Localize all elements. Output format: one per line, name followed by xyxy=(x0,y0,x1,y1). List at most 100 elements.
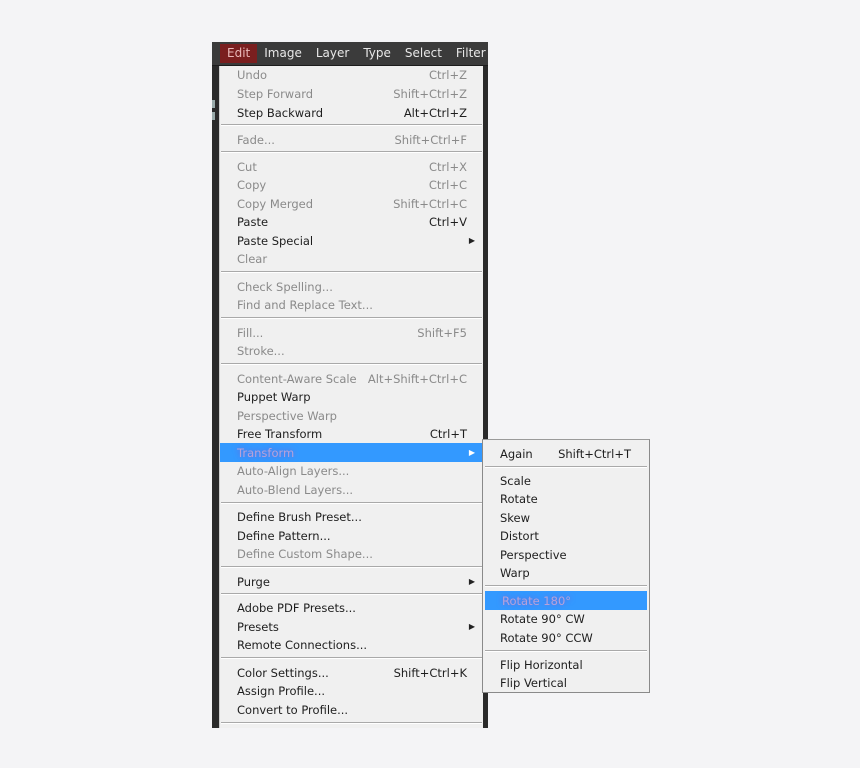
menu-item-label: Presets xyxy=(237,619,279,634)
menu-separator xyxy=(221,502,482,504)
menu-separator xyxy=(221,593,482,595)
menubar-select[interactable]: Select xyxy=(398,44,449,63)
menu-item-shortcut: Alt+Ctrl+Z xyxy=(403,105,467,120)
menu-item-label: Remote Connections... xyxy=(237,638,368,652)
menu-item-label: Undo xyxy=(237,68,268,82)
menu-item-label: Fade... xyxy=(237,132,275,147)
menu-item-shortcut: Ctrl+T xyxy=(429,427,467,441)
canvas-edge-marks xyxy=(212,100,216,140)
menu-item-color-settings[interactable]: Color Settings... Shift+Ctrl+K xyxy=(220,663,483,682)
menu-item-label: Purge xyxy=(237,574,270,589)
submenu-arrow-icon: ▶ xyxy=(468,622,475,631)
submenu-item-again[interactable]: Again Shift+Ctrl+T xyxy=(483,444,649,463)
menu-item-clear[interactable]: Clear xyxy=(220,250,483,268)
menu-item-paste-special[interactable]: Paste Special ▶ xyxy=(220,231,483,250)
menu-item-step-backward[interactable]: Step Backward Alt+Ctrl+Z xyxy=(220,103,483,122)
menu-item-label: Puppet Warp xyxy=(237,390,311,404)
menu-item-transform[interactable]: Transform ▶ xyxy=(220,443,483,462)
menu-item-label: Again xyxy=(500,446,533,461)
menubar-edit[interactable]: Edit xyxy=(220,44,258,63)
menu-separator xyxy=(221,151,482,153)
menu-item-copy-merged[interactable]: Copy Merged Shift+Ctrl+C xyxy=(220,194,483,213)
submenu-item-rotate[interactable]: Rotate xyxy=(483,490,649,508)
submenu-arrow-icon: ▶ xyxy=(468,448,475,457)
menu-item-fill[interactable]: Fill... Shift+F5 xyxy=(220,323,483,342)
menu-item-label: Transform xyxy=(237,445,295,460)
menu-item-label: Flip Horizontal xyxy=(500,657,583,672)
edit-menu: Undo Ctrl+Z Step Forward Shift+Ctrl+Z Step… xyxy=(219,66,483,728)
menu-item-label: Rotate 90° CCW xyxy=(500,630,593,645)
menu-item-label: Copy xyxy=(237,178,267,192)
menu-item-label: Content-Aware Scale xyxy=(237,371,357,386)
submenu-arrow-icon: ▶ xyxy=(468,236,475,245)
menu-item-puppet-warp[interactable]: Puppet Warp xyxy=(220,388,483,406)
menu-item-convert-to-profile[interactable]: Convert to Profile... xyxy=(220,700,483,719)
submenu-item-flip-horizontal[interactable]: Flip Horizontal xyxy=(483,655,649,674)
menu-item-define-pattern[interactable]: Define Pattern... xyxy=(220,526,483,545)
menubar-filter[interactable]: Filter xyxy=(449,44,488,63)
submenu-item-flip-vertical[interactable]: Flip Vertical xyxy=(483,674,649,692)
submenu-item-warp[interactable]: Warp xyxy=(483,564,649,582)
menu-item-label: Skew xyxy=(500,510,531,525)
menu-item-label: Flip Vertical xyxy=(500,676,568,690)
menubar-layer[interactable]: Layer xyxy=(309,44,356,63)
menu-item-shortcut: Alt+Shift+Ctrl+C xyxy=(367,371,467,386)
menu-item-presets[interactable]: Presets ▶ xyxy=(220,617,483,636)
menu-separator xyxy=(221,566,482,568)
menu-item-find-replace-text[interactable]: Find and Replace Text... xyxy=(220,296,483,314)
menu-item-label: Adobe PDF Presets... xyxy=(237,601,356,615)
menu-item-fade[interactable]: Fade... Shift+Ctrl+F xyxy=(220,130,483,149)
menu-item-remote-connections[interactable]: Remote Connections... xyxy=(220,636,483,654)
menu-item-label: Convert to Profile... xyxy=(237,702,349,717)
menu-item-label: Define Brush Preset... xyxy=(237,510,362,524)
menu-bar: Edit Image Layer Type Select Filter 3 xyxy=(212,42,488,66)
menu-item-label: Step Backward xyxy=(237,105,324,120)
submenu-item-distort[interactable]: Distort xyxy=(483,527,649,545)
menu-item-auto-align-layers[interactable]: Auto-Align Layers... xyxy=(220,462,483,480)
submenu-item-skew[interactable]: Skew xyxy=(483,508,649,527)
menu-separator xyxy=(221,271,482,273)
menu-item-shortcut: Shift+Ctrl+K xyxy=(393,665,467,680)
menu-item-purge[interactable]: Purge ▶ xyxy=(220,572,483,591)
submenu-item-rotate-90-ccw[interactable]: Rotate 90° CCW xyxy=(483,628,649,647)
menu-item-label: Auto-Blend Layers... xyxy=(237,482,354,497)
menu-item-check-spelling[interactable]: Check Spelling... xyxy=(220,277,483,296)
menu-item-step-forward[interactable]: Step Forward Shift+Ctrl+Z xyxy=(220,84,483,103)
menu-item-label: Auto-Align Layers... xyxy=(237,464,350,478)
menu-item-stroke[interactable]: Stroke... xyxy=(220,342,483,360)
submenu-item-rotate-90-cw[interactable]: Rotate 90° CW xyxy=(483,610,649,628)
menu-item-free-transform[interactable]: Free Transform Ctrl+T xyxy=(220,425,483,443)
menu-separator xyxy=(485,650,647,652)
menu-item-auto-blend-layers[interactable]: Auto-Blend Layers... xyxy=(220,480,483,499)
menubar-image[interactable]: Image xyxy=(257,44,309,63)
menu-item-cut[interactable]: Cut Ctrl+X xyxy=(220,157,483,176)
menu-separator xyxy=(221,722,482,724)
menu-item-perspective-warp[interactable]: Perspective Warp xyxy=(220,406,483,425)
menu-item-label: Define Pattern... xyxy=(237,528,331,543)
menu-item-shortcut: Shift+Ctrl+Z xyxy=(393,86,467,101)
menu-item-define-custom-shape[interactable]: Define Custom Shape... xyxy=(220,545,483,563)
menu-item-adobe-pdf-presets[interactable]: Adobe PDF Presets... xyxy=(220,599,483,617)
menu-item-label: Step Forward xyxy=(237,86,314,101)
submenu-item-rotate-180[interactable]: Rotate 180° xyxy=(485,591,647,610)
menu-item-copy[interactable]: Copy Ctrl+C xyxy=(220,176,483,194)
menu-item-label: Assign Profile... xyxy=(237,684,326,698)
menu-item-label: Clear xyxy=(237,252,268,266)
menu-item-label: Paste Special xyxy=(237,233,314,248)
menu-item-undo[interactable]: Undo Ctrl+Z xyxy=(220,66,483,84)
menu-item-content-aware-scale[interactable]: Content-Aware Scale Alt+Shift+Ctrl+C xyxy=(220,369,483,388)
menu-item-label: Color Settings... xyxy=(237,665,329,680)
menu-item-paste[interactable]: Paste Ctrl+V xyxy=(220,213,483,231)
menubar-type[interactable]: Type xyxy=(356,44,398,63)
menu-item-shortcut: Ctrl+Z xyxy=(429,68,467,82)
menu-item-assign-profile[interactable]: Assign Profile... xyxy=(220,682,483,700)
submenu-item-scale[interactable]: Scale xyxy=(483,471,649,490)
menu-item-shortcut: Shift+F5 xyxy=(417,325,467,340)
submenu-arrow-icon: ▶ xyxy=(468,577,475,586)
submenu-item-perspective[interactable]: Perspective xyxy=(483,545,649,564)
menu-item-label: Paste xyxy=(237,215,269,229)
menu-item-label: Perspective Warp xyxy=(237,408,337,423)
menu-item-define-brush-preset[interactable]: Define Brush Preset... xyxy=(220,508,483,526)
menu-item-shortcut: Shift+Ctrl+T xyxy=(558,446,631,461)
menu-item-label: Scale xyxy=(500,473,531,488)
